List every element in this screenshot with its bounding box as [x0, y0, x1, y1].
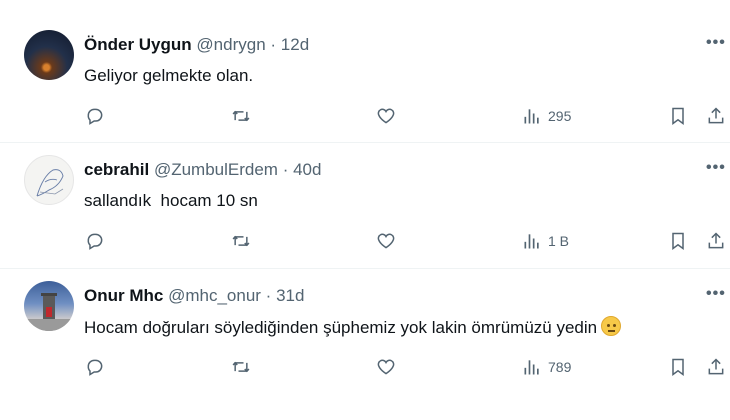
- tweet-header: cebrahil @ZumbulErdem · 40d: [84, 159, 321, 181]
- tweet[interactable]: cebrahil @ZumbulErdem · 40d ••• sallandı…: [0, 143, 730, 269]
- like-button[interactable]: [376, 227, 396, 255]
- separator: ·: [265, 286, 272, 305]
- tweet-text: sallandık hocam 10 sn: [84, 191, 258, 210]
- views-count: 789: [548, 359, 572, 375]
- bookmark-button[interactable]: [668, 102, 688, 130]
- share-icon: [708, 232, 724, 249]
- reply-button[interactable]: [85, 227, 105, 255]
- author-name[interactable]: Onur Mhc: [84, 286, 163, 305]
- author-handle[interactable]: @ZumbulErdem: [154, 160, 278, 179]
- tweet[interactable]: Onur Mhc @mhc_onur · 31d ••• Hocam doğru…: [0, 269, 730, 387]
- views-icon: [524, 360, 539, 375]
- reply-icon: [87, 359, 103, 376]
- views-icon: [524, 109, 539, 124]
- bookmark-icon: [672, 107, 684, 125]
- timestamp[interactable]: 12d: [281, 35, 309, 54]
- action-bar: 295: [0, 102, 730, 130]
- share-button[interactable]: [706, 102, 726, 130]
- heart-icon: [377, 233, 395, 249]
- separator: ·: [270, 35, 277, 54]
- tweet-text-container: Hocam doğruları söylediğinden şüphemiz y…: [84, 316, 622, 339]
- author-name[interactable]: cebrahil: [84, 160, 149, 179]
- bookmark-icon: [672, 358, 684, 376]
- author-name[interactable]: Önder Uygun: [84, 35, 192, 54]
- tweet-text: Geliyor gelmekte olan.: [84, 66, 254, 85]
- avatar[interactable]: [24, 30, 74, 80]
- retweet-icon: [232, 110, 250, 122]
- timestamp[interactable]: 31d: [276, 286, 304, 305]
- timestamp[interactable]: 40d: [293, 160, 321, 179]
- share-icon: [708, 358, 724, 375]
- more-options-icon[interactable]: •••: [706, 34, 726, 52]
- retweet-icon: [232, 361, 250, 373]
- saluting-face-emoji-icon: [601, 316, 622, 336]
- reply-button[interactable]: [85, 102, 105, 130]
- reply-button[interactable]: [85, 353, 105, 381]
- reply-feed: Önder Uygun @ndrygn · 12d ••• Geliyor ge…: [0, 0, 730, 420]
- separator: ·: [282, 160, 289, 179]
- more-options-icon[interactable]: •••: [706, 159, 726, 177]
- retweet-button[interactable]: [231, 102, 251, 130]
- author-handle[interactable]: @mhc_onur: [168, 286, 261, 305]
- retweet-button[interactable]: [231, 227, 251, 255]
- retweet-button[interactable]: [231, 353, 251, 381]
- action-bar: 1 B: [0, 227, 730, 255]
- reply-icon: [87, 233, 103, 250]
- retweet-icon: [232, 235, 250, 247]
- avatar[interactable]: [24, 281, 74, 331]
- like-button[interactable]: [376, 353, 396, 381]
- more-options-icon[interactable]: •••: [706, 285, 726, 303]
- action-bar: 789: [0, 353, 730, 381]
- views-button[interactable]: 789: [522, 353, 571, 381]
- bookmark-button[interactable]: [668, 353, 688, 381]
- share-icon: [708, 107, 724, 124]
- avatar[interactable]: [24, 155, 74, 205]
- tweet-header: Onur Mhc @mhc_onur · 31d: [84, 285, 304, 307]
- reply-icon: [87, 108, 103, 125]
- views-icon: [524, 234, 539, 249]
- author-handle[interactable]: @ndrygn: [196, 35, 265, 54]
- share-button[interactable]: [706, 353, 726, 381]
- views-button[interactable]: 1 B: [522, 227, 569, 255]
- bookmark-icon: [672, 232, 684, 250]
- tweet-text: Hocam doğruları söylediğinden şüphemiz y…: [84, 318, 598, 337]
- views-count: 295: [548, 108, 572, 124]
- share-button[interactable]: [706, 227, 726, 255]
- sketch-drawing: [36, 169, 64, 197]
- monument-photo: [24, 293, 74, 331]
- like-button[interactable]: [376, 102, 396, 130]
- views-count: 1 B: [548, 233, 570, 249]
- tweet[interactable]: Önder Uygun @ndrygn · 12d ••• Geliyor ge…: [0, 18, 730, 143]
- tweet-header: Önder Uygun @ndrygn · 12d: [84, 34, 309, 56]
- heart-icon: [377, 359, 395, 375]
- views-button[interactable]: 295: [522, 102, 571, 130]
- bookmark-button[interactable]: [668, 227, 688, 255]
- heart-icon: [377, 108, 395, 124]
